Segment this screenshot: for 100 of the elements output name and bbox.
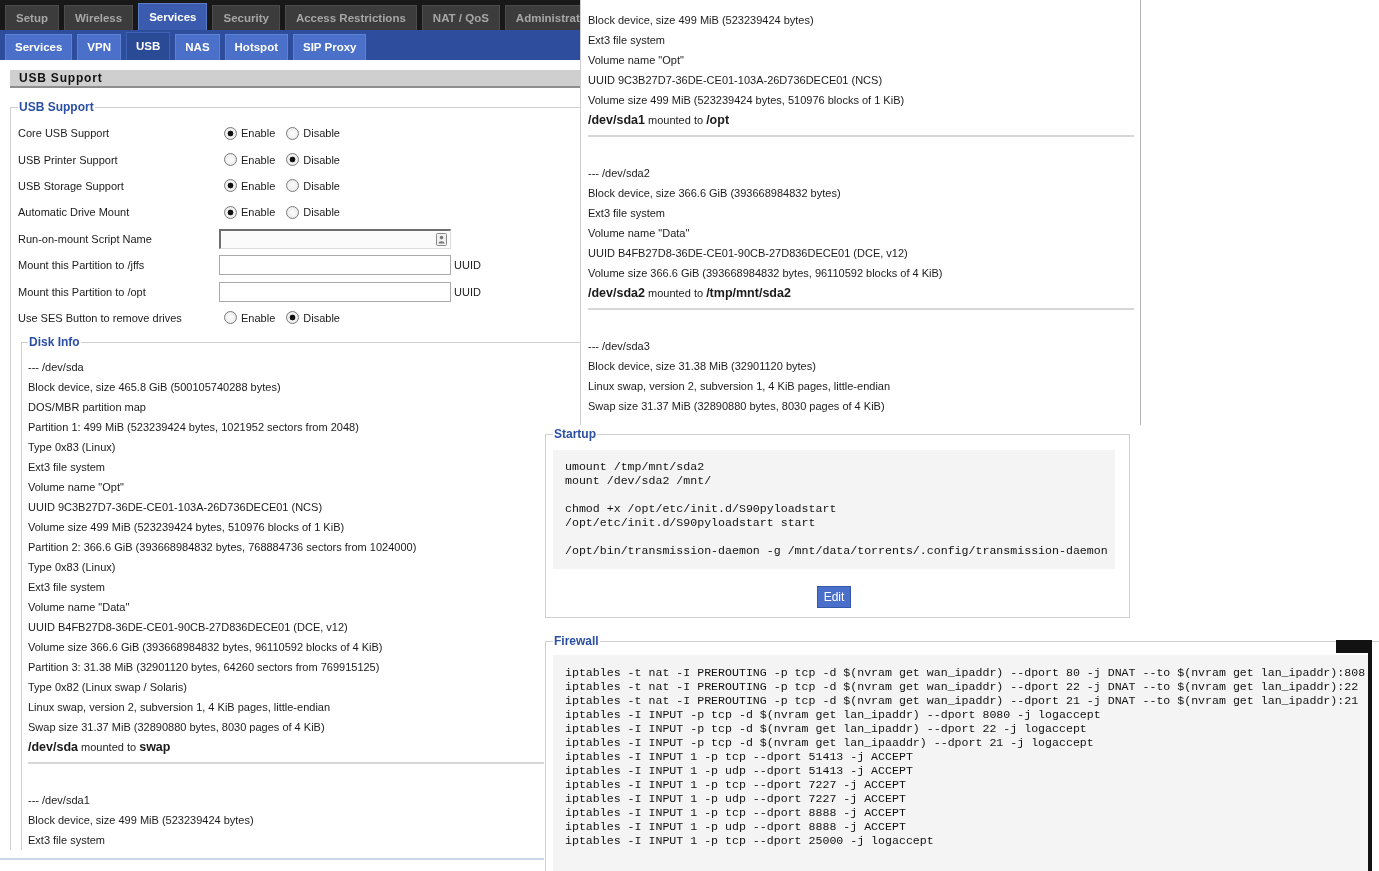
radio-button[interactable] [224, 179, 237, 193]
disk-info-line: Volume name "Opt" [28, 480, 124, 496]
group-legend: USB Support [18, 100, 95, 115]
code-line: iptables -I INPUT 1 -p tcp --dport 25000 -j logaccept [565, 834, 934, 848]
setting-label: Automatic Drive Mount [18, 206, 131, 219]
radio-label[interactable]: Enable [241, 127, 276, 140]
disk-info-line: --- /dev/sda2 [588, 166, 650, 181]
setting-label: Mount this Partition to /opt [18, 285, 147, 298]
disk-info-line: Linux swap, version 2, subversion 1, 4 KiB pages, little-endian [588, 379, 891, 394]
code-line: iptables -I INPUT -p tcp -d $(nvram get lan_ipaddr) --dport 8080 -j logaccept [565, 708, 1101, 722]
disk-info-line: Ext3 file system [28, 460, 106, 476]
disk-info-line: Partition 3: 31.38 MiB (32901120 bytes, 64260 sectors from 769915125) [28, 660, 380, 676]
code-line: mount /dev/sda2 /mnt/ [565, 474, 712, 488]
disk-info-line: Block device, size 499 MiB (523239424 bytes) [28, 813, 254, 829]
code-line: iptables -I INPUT 1 -p udp --dport 8888 -j ACCEPT [565, 820, 906, 834]
code-line: /opt/bin/transmission-daemon -g /mnt/data/torrents/.config/transmission-daemon [565, 544, 1108, 558]
code-line: iptables -t nat -I PREROUTING -p tcp -d $(nvram get wan_ipaddr) --dport 80 -j DNAT --to $(nvram get lan_ipaddr):808 [565, 666, 1366, 680]
code-line: iptables -I INPUT 1 -p udp --dport 7227 -j ACCEPT [565, 792, 906, 806]
setting-label: Mount this Partition to /jffs [18, 259, 146, 272]
sub-tab[interactable]: USB [126, 32, 171, 60]
disk-info-line: Volume size 366.6 GiB (393668984832 bytes, 96110592 blocks of 4 KiB) [588, 266, 943, 281]
code-line: iptables -I INPUT 1 -p tcp --dport 51413 -j ACCEPT [565, 750, 913, 764]
disk-info-line: UUID 9C3B27D7-36DE-CE01-103A-26D736DECE01 (NCS) [28, 500, 323, 516]
main-tab[interactable]: Wireless [63, 5, 134, 30]
group-legend: Firewall [553, 634, 600, 649]
radio-label[interactable]: Enable [241, 206, 276, 219]
group-legend: Disk Info [28, 335, 81, 351]
radio-button[interactable] [224, 311, 237, 325]
sub-tab[interactable]: NAS [175, 34, 220, 60]
disk-info-line: Partition 1: 499 MiB (523239424 bytes, 1021952 sectors from 2048) [28, 420, 359, 436]
code-line: chmod +x /opt/etc/init.d/S90pyloadstart [565, 502, 837, 516]
radio-button[interactable] [224, 126, 237, 140]
mount-status-line: /dev/sda mounted to swap [28, 739, 171, 757]
disk-info-line: --- /dev/sda1 [28, 793, 90, 809]
disk-info-line: UUID B4FB27D8-36DE-CE01-90CB-27D836DECE01 (DCE, v12) [588, 246, 908, 261]
disk-info-line: Ext3 file system [588, 33, 666, 48]
group-legend: Startup [553, 427, 597, 442]
sub-tab[interactable]: SIP Proxy [293, 34, 367, 60]
setting-label: Run-on-mount Script Name [18, 232, 153, 245]
disk-info-line: --- /dev/sda [28, 360, 84, 376]
disk-info-line: Volume name "Data" [28, 600, 130, 616]
disk-info-line: Block device, size 366.6 GiB (393668984832 bytes) [588, 186, 841, 201]
text-field[interactable] [219, 255, 451, 276]
radio-label[interactable]: Enable [241, 153, 276, 166]
disk-info-line: Block device, size 31.38 MiB (32901120 bytes) [588, 359, 816, 374]
mount-status-line: /dev/sda1 mounted to /opt [588, 112, 730, 129]
setting-label: USB Storage Support [18, 179, 125, 192]
disk-info-line: Ext3 file system [28, 833, 106, 849]
setting-label: Use SES Button to remove drives [18, 311, 183, 324]
code-line: iptables -I INPUT -p tcp -d $(nvram get lan_ipaaddr) --dport 21 -j logaccept [565, 736, 1094, 750]
radio-button[interactable] [286, 153, 300, 167]
disk-info-line: Volume size 499 MiB (523239424 bytes, 510976 blocks of 1 KiB) [28, 520, 345, 536]
main-tab[interactable]: Administrat [504, 5, 580, 30]
disk-info-line: Linux swap, version 2, subversion 1, 4 KiB pages, little-endian [28, 700, 331, 716]
code-line: iptables -t nat -I PREROUTING -p tcp -d $(nvram get wan_ipaddr) --dport 21 -j DNAT --to $(nvram get lan_ipaddr):21 [565, 694, 1359, 708]
radio-button[interactable] [286, 311, 300, 325]
disk-info-line: Volume size 366.6 GiB (393668984832 bytes, 96110592 blocks of 4 KiB) [28, 640, 383, 656]
radio-label[interactable]: Enable [241, 311, 276, 324]
radio-label[interactable]: Disable [303, 311, 340, 324]
main-tab[interactable]: NAT / QoS [421, 5, 500, 30]
radio-label[interactable]: Disable [303, 206, 340, 219]
text-field[interactable] [219, 281, 451, 302]
script-name-field[interactable] [219, 228, 451, 249]
code-line: iptables -I INPUT 1 -p tcp --dport 7227 -j ACCEPT [565, 778, 906, 792]
disk-info-line: UUID 9C3B27D7-36DE-CE01-103A-26D736DECE01 (NCS) [588, 73, 883, 88]
disk-info-line: UUID B4FB27D8-36DE-CE01-90CB-27D836DECE01 (DCE, v12) [28, 620, 348, 636]
main-tab[interactable]: Services [138, 3, 208, 30]
disk-info-line: Swap size 31.37 MiB (32890880 bytes, 8030 pages of 4 KiB) [28, 720, 325, 736]
edit-button[interactable]: Edit [816, 586, 852, 608]
disk-info-line: Block device, size 499 MiB (523239424 bytes) [588, 13, 814, 28]
disk-info-line: Partition 2: 366.6 GiB (393668984832 bytes, 768884736 sectors from 1024000) [28, 540, 417, 556]
radio-button[interactable] [286, 126, 300, 140]
disk-info-line: Volume name "Data" [588, 226, 690, 241]
code-line: iptables -I INPUT 1 -p tcp --dport 8888 -j ACCEPT [565, 806, 906, 820]
radio-button[interactable] [286, 179, 300, 193]
radio-button[interactable] [224, 153, 237, 167]
code-line: iptables -I INPUT -p tcp -d $(nvram get lan_ipaddr) --dport 22 -j logaccept [565, 722, 1087, 736]
code-line: iptables -I INPUT 1 -p udp --dport 51413 -j ACCEPT [565, 764, 913, 778]
section-title: USB Support [10, 70, 580, 88]
field-suffix: UUID [454, 259, 481, 272]
sub-tab[interactable]: Services [5, 34, 73, 60]
disk-info-line: DOS/MBR partition map [28, 400, 146, 416]
radio-button[interactable] [224, 205, 237, 219]
radio-label[interactable]: Disable [303, 127, 340, 140]
mount-status-line: /dev/sda2 mounted to /tmp/mnt/sda2 [588, 285, 791, 302]
disk-info-line: Volume size 499 MiB (523239424 bytes, 510976 blocks of 1 KiB) [588, 93, 905, 108]
disk-info-line: Block device, size 465.8 GiB (500105740288 bytes) [28, 380, 281, 396]
main-tab[interactable]: Setup [5, 5, 59, 30]
sub-tab[interactable]: Hotspot [224, 34, 288, 60]
field-suffix: UUID [454, 285, 481, 298]
disk-info-line: --- /dev/sda3 [588, 339, 650, 354]
code-line: /opt/etc/init.d/S90pyloadstart start [565, 516, 816, 530]
main-tab[interactable]: Access Restrictions [284, 5, 417, 30]
radio-label[interactable]: Disable [303, 179, 340, 192]
radio-button[interactable] [286, 205, 300, 219]
disk-info-line: Type 0x83 (Linux) [28, 560, 116, 576]
main-tab[interactable]: Security [212, 5, 280, 30]
sub-tab[interactable]: VPN [77, 34, 121, 60]
radio-label[interactable]: Disable [303, 153, 340, 166]
radio-label[interactable]: Enable [241, 179, 276, 192]
